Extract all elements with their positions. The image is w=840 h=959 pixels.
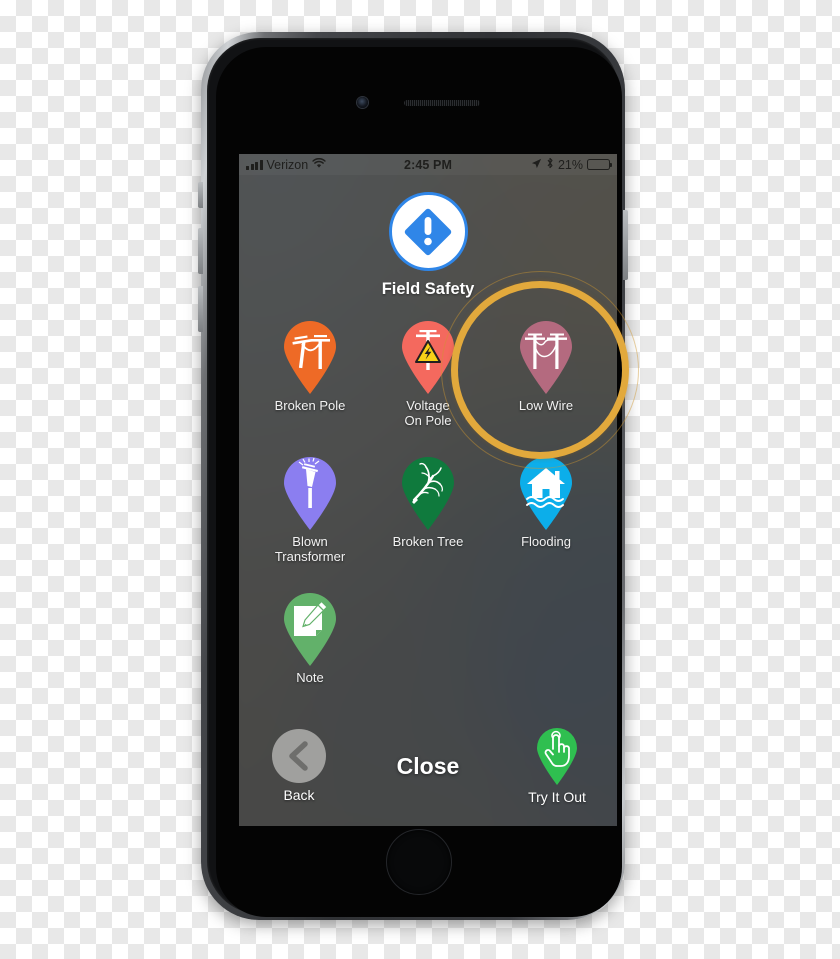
- hazard-grid: Broken Pole Voltage On Pole Low Wire Blo…: [239, 316, 617, 720]
- tile-broken-pole[interactable]: Broken Pole: [251, 316, 369, 448]
- broken-tree-icon: [395, 456, 461, 530]
- phone-bezel: Verizon 2:45 PM 21% Field Safety Broken …: [216, 47, 622, 917]
- power-button[interactable]: [623, 210, 628, 280]
- volume-down-button[interactable]: [198, 286, 203, 332]
- tile-label: Note: [296, 670, 324, 685]
- tile-label: Voltage On Pole: [404, 398, 452, 428]
- alert-diamond-icon: [388, 192, 468, 271]
- back-label: Back: [283, 787, 315, 803]
- screenshot-canvas: Verizon 2:45 PM 21% Field Safety Broken …: [0, 0, 840, 959]
- earpiece-speaker-icon: [404, 100, 480, 106]
- page-title: Field Safety: [381, 280, 475, 298]
- tile-label: Broken Pole: [274, 398, 346, 413]
- volume-up-button[interactable]: [198, 228, 203, 274]
- silence-switch[interactable]: [198, 182, 203, 208]
- note-pencil-icon: [277, 592, 343, 666]
- tile-voltage-on-pole[interactable]: Voltage On Pole: [369, 316, 487, 448]
- status-bar-center: 2:45 PM: [404, 158, 452, 172]
- carrier-label: Verizon: [266, 157, 309, 172]
- clock-label: 2:45 PM: [404, 157, 452, 172]
- flooding-house-icon: [513, 456, 579, 530]
- blown-transformer-icon: [277, 456, 343, 530]
- bottom-bar: Back Close Try It Out: [239, 720, 617, 812]
- broken-pole-icon: [277, 320, 343, 394]
- status-bar-right: 21%: [452, 157, 613, 172]
- home-button[interactable]: [386, 829, 452, 895]
- field-safety-screen: Field Safety Broken Pole Voltage On Pole…: [239, 175, 617, 826]
- chevron-left-icon: [272, 729, 326, 783]
- close-button[interactable]: Close: [397, 753, 460, 780]
- back-button[interactable]: Back: [260, 729, 338, 803]
- status-bar: Verizon 2:45 PM 21%: [239, 154, 617, 175]
- tile-blown-transformer[interactable]: Blown Transformer: [251, 452, 369, 584]
- tap-hand-icon: [531, 727, 583, 785]
- tile-label: Blown Transformer: [274, 534, 346, 564]
- wifi-icon: [312, 157, 326, 172]
- tile-label: Low Wire: [518, 398, 574, 413]
- try-it-out-label: Try It Out: [528, 789, 586, 805]
- tile-note[interactable]: Note: [251, 588, 369, 720]
- battery-icon: [587, 159, 613, 170]
- status-bar-left: Verizon: [246, 157, 404, 172]
- try-it-out-button[interactable]: Try It Out: [518, 727, 596, 805]
- battery-percent-label: 21%: [557, 157, 584, 172]
- screen-header: Field Safety: [239, 175, 617, 299]
- tile-flooding[interactable]: Flooding: [487, 452, 605, 584]
- tile-broken-tree[interactable]: Broken Tree: [369, 452, 487, 584]
- tile-label: Broken Tree: [392, 534, 464, 549]
- phone-screen: Verizon 2:45 PM 21% Field Safety Broken …: [239, 154, 617, 826]
- bluetooth-icon: [546, 157, 554, 172]
- phone-inner-shell: Verizon 2:45 PM 21% Field Safety Broken …: [207, 38, 622, 917]
- voltage-on-pole-icon: [395, 320, 461, 394]
- tile-label: Flooding: [521, 534, 571, 549]
- tile-low-wire[interactable]: Low Wire: [487, 316, 605, 448]
- signal-bars-icon: [246, 159, 263, 170]
- location-arrow-icon: [531, 158, 542, 172]
- phone-device-frame: Verizon 2:45 PM 21% Field Safety Broken …: [198, 32, 628, 920]
- low-wire-icon: [513, 320, 579, 394]
- front-camera-icon: [357, 97, 368, 108]
